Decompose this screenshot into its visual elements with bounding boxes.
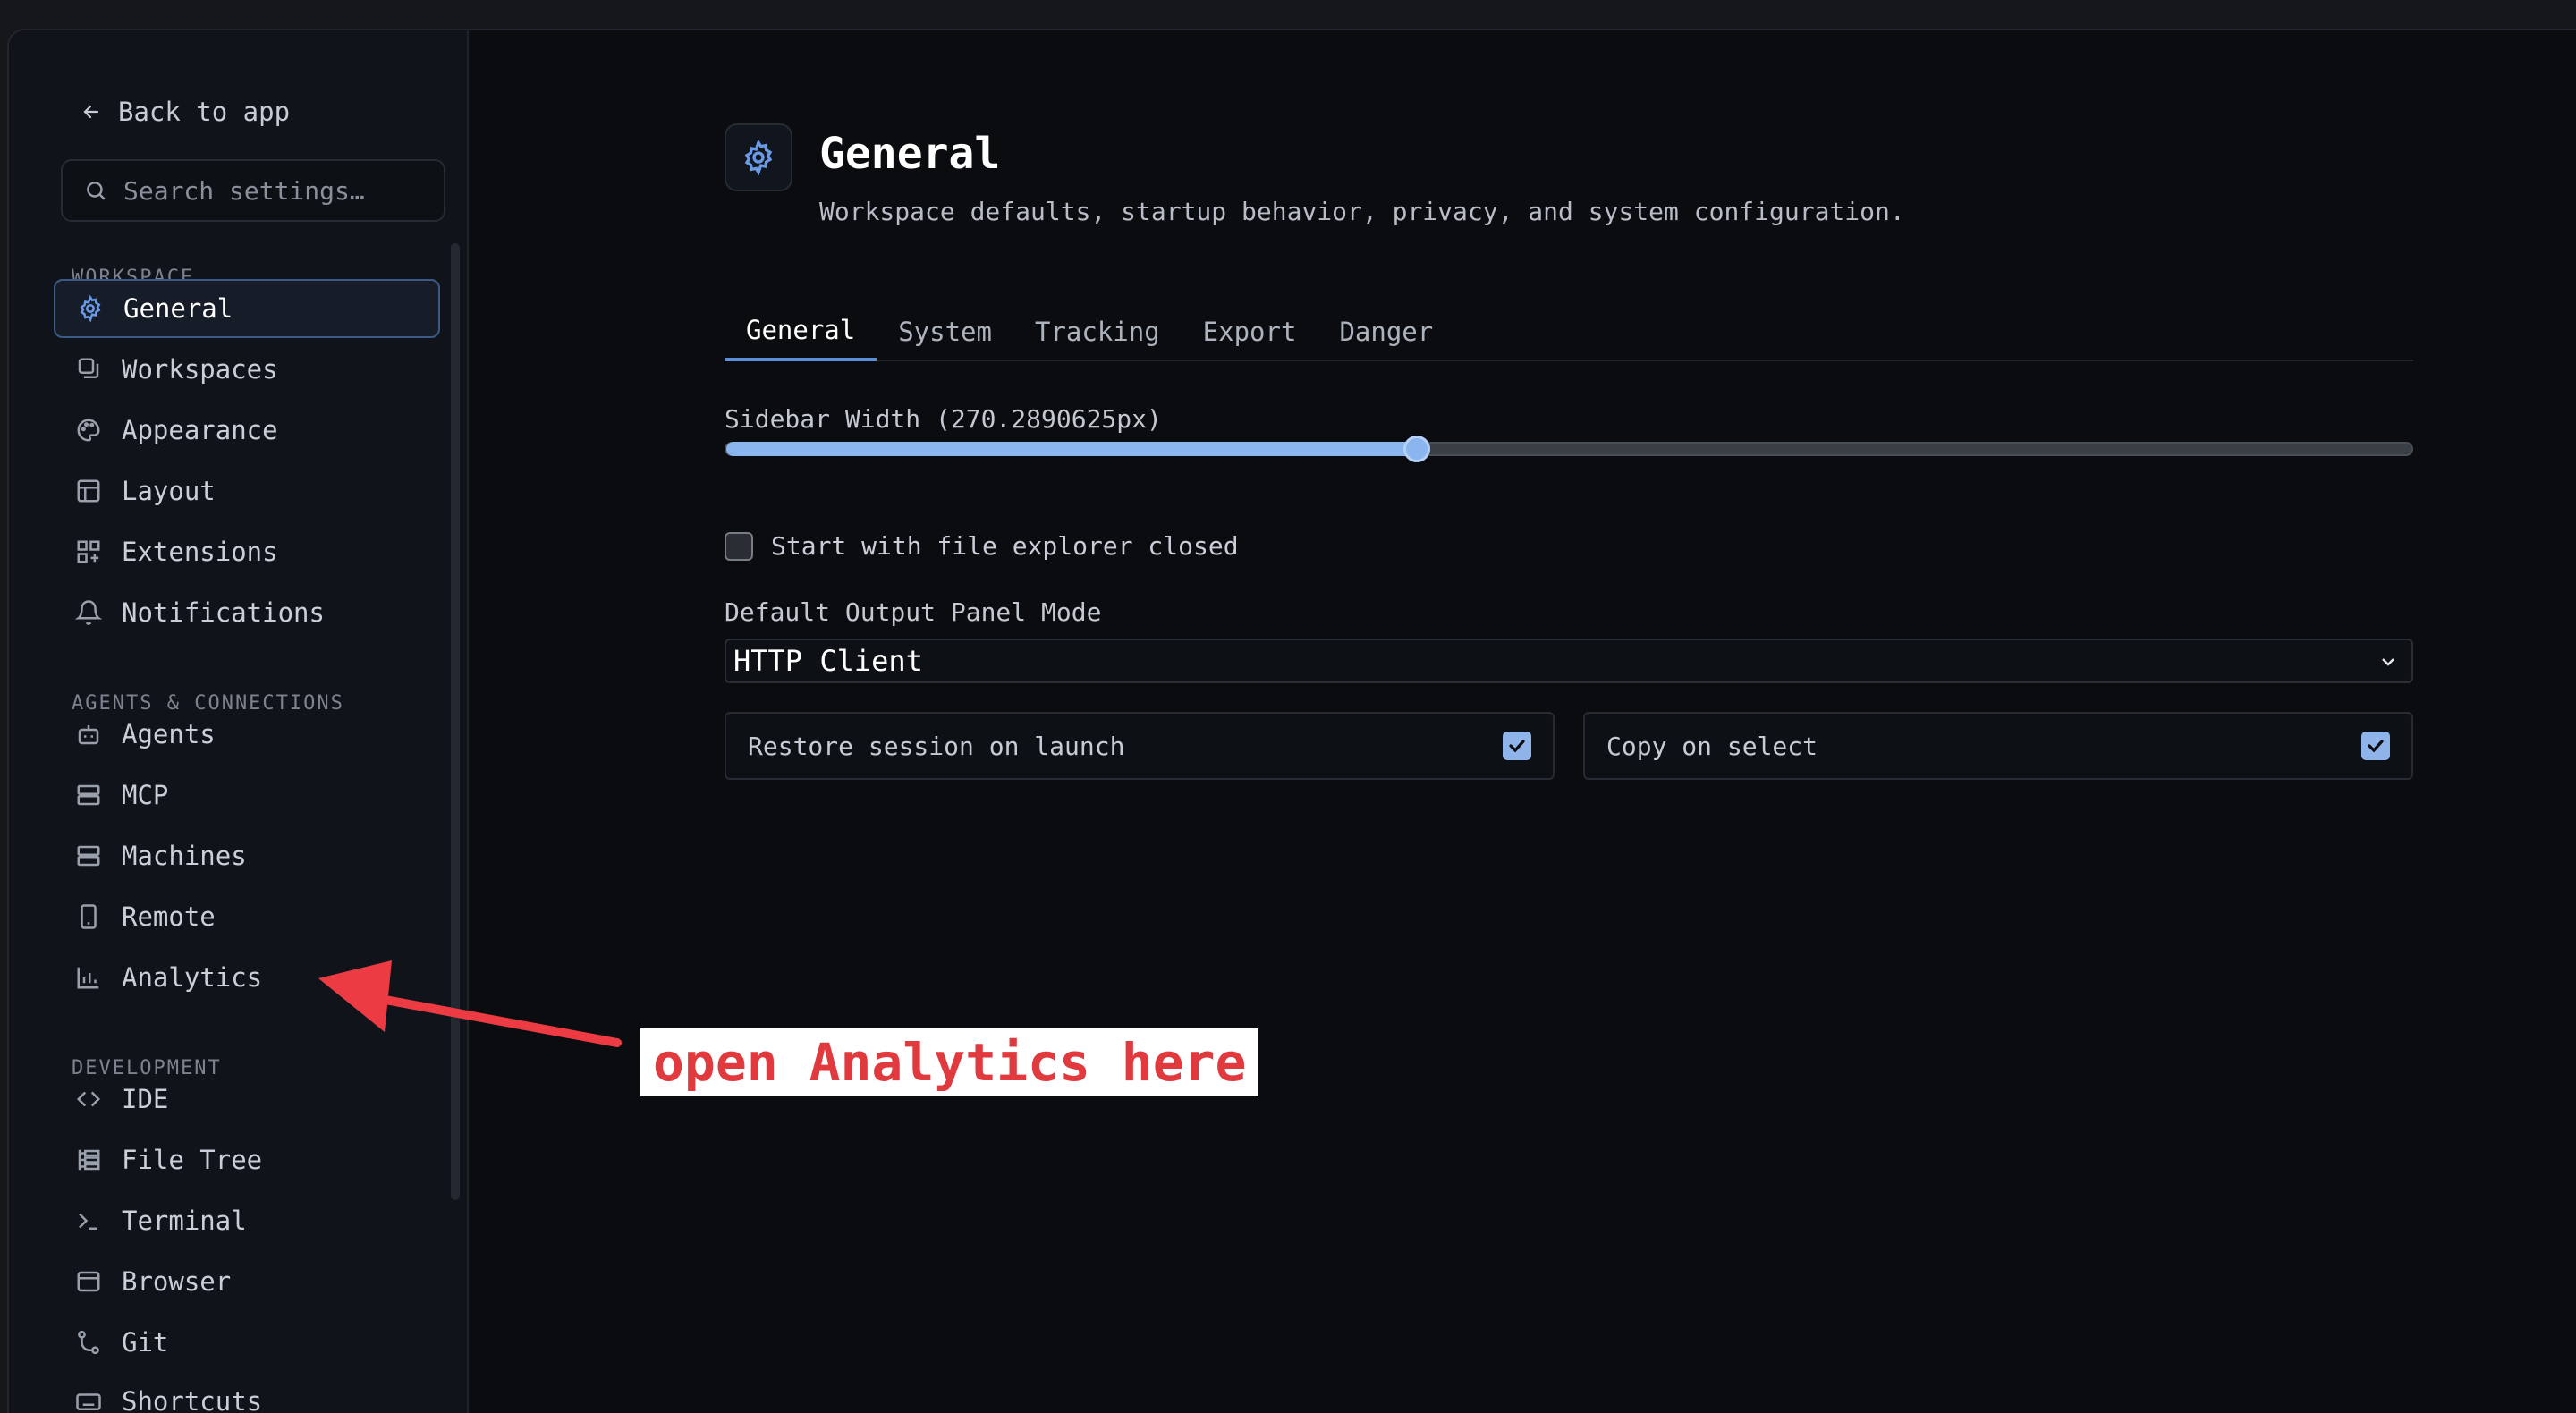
sidebar-item-shortcuts[interactable]: Shortcuts <box>54 1372 440 1413</box>
keyboard-icon <box>76 1393 101 1410</box>
sidebar-item-mcp[interactable]: MCP <box>54 766 440 825</box>
file-explorer-closed-label: Start with file explorer closed <box>771 531 1239 561</box>
extensions-icon <box>77 540 100 563</box>
output-mode-select[interactable]: HTTP Client <box>724 639 2413 683</box>
sidebar-item-label: Remote <box>122 901 216 932</box>
tab-tracking[interactable]: Tracking <box>1013 302 1182 361</box>
check-icon <box>2368 740 2384 753</box>
sidebar-item-terminal[interactable]: Terminal <box>54 1191 440 1250</box>
bot-icon <box>78 725 99 745</box>
sidebar-scrollbar[interactable] <box>451 243 460 1200</box>
check-icon <box>1509 740 1525 753</box>
file-explorer-closed-option[interactable]: Start with file explorer closed <box>724 531 1239 561</box>
sidebar-item-label: Terminal <box>122 1206 247 1236</box>
sidebar-item-extensions[interactable]: Extensions <box>54 522 440 581</box>
search-icon <box>87 182 106 200</box>
sidebar-item-label: Git <box>122 1327 169 1358</box>
sidebar-item-workspaces[interactable]: Workspaces <box>54 340 440 399</box>
sidebar-item-label: Layout <box>122 476 216 506</box>
restore-session-checkbox[interactable] <box>1503 732 1531 760</box>
bell-icon <box>75 600 102 625</box>
copy-on-select-label: Copy on select <box>1606 731 1818 761</box>
gear-icon <box>744 140 773 175</box>
phone-icon <box>80 904 97 929</box>
tab-system[interactable]: System <box>877 302 1013 361</box>
sidebar-item-browser[interactable]: Browser <box>54 1252 440 1311</box>
settings-sidebar: Back to app WORKSPACE General Workspaces… <box>9 30 469 1413</box>
palette-icon <box>77 419 100 442</box>
slider-thumb[interactable] <box>1403 436 1431 462</box>
sidebar-item-label: MCP <box>122 780 169 810</box>
sidebar-item-appearance[interactable]: Appearance <box>54 401 440 460</box>
git-icon <box>78 1330 99 1355</box>
sidebar-item-label: Agents <box>122 719 216 749</box>
sidebar-item-file-tree[interactable]: File Tree <box>54 1130 440 1189</box>
search-input[interactable] <box>123 175 428 206</box>
server-icon <box>77 784 100 806</box>
restore-session-option[interactable]: Restore session on launch <box>724 712 1555 780</box>
page-title-icon-box <box>724 123 792 191</box>
sidebar-item-label: IDE <box>122 1084 169 1114</box>
workspaces-icon <box>78 358 99 378</box>
tab-general[interactable]: General <box>724 302 877 361</box>
sidebar-item-label: Shortcuts <box>122 1386 263 1413</box>
annotation-label: open Analytics here <box>640 1028 1259 1096</box>
sidebar-width-label: Sidebar Width (270.2890625px) <box>724 404 1162 434</box>
page-subtitle: Workspace defaults, startup behavior, pr… <box>819 197 1905 226</box>
settings-search[interactable] <box>61 159 445 222</box>
layout-icon <box>77 479 100 503</box>
settings-main: General Workspace defaults, startup beha… <box>470 30 2576 1413</box>
settings-window: Back to app WORKSPACE General Workspaces… <box>7 29 2576 1413</box>
sidebar-item-agents[interactable]: Agents <box>54 705 440 764</box>
sidebar-item-remote[interactable]: Remote <box>54 887 440 946</box>
bar-chart-icon <box>77 967 99 989</box>
chevron-down-icon <box>2382 658 2394 666</box>
machines-icon <box>77 845 100 867</box>
sidebar-item-layout[interactable]: Layout <box>54 461 440 520</box>
gear-icon <box>80 295 101 322</box>
arrow-left-icon <box>83 105 99 119</box>
page-title: General <box>819 129 1001 179</box>
sidebar-item-machines[interactable]: Machines <box>54 826 440 885</box>
tab-export[interactable]: Export <box>1182 302 1318 361</box>
file-explorer-closed-checkbox[interactable] <box>724 531 753 561</box>
back-to-app-link[interactable]: Back to app <box>80 97 290 127</box>
browser-icon <box>77 1271 100 1292</box>
output-mode-value: HTTP Client <box>733 644 923 678</box>
sidebar-item-label: Notifications <box>122 597 325 628</box>
sidebar-width-slider[interactable] <box>724 436 2413 462</box>
output-mode-label: Default Output Panel Mode <box>724 597 1102 627</box>
sidebar-item-label: Analytics <box>122 962 263 993</box>
back-label: Back to app <box>118 97 291 127</box>
copy-on-select-option[interactable]: Copy on select <box>1583 712 2413 780</box>
sidebar-item-label: Browser <box>122 1266 232 1297</box>
sidebar-item-label: Machines <box>122 841 247 871</box>
sidebar-item-notifications[interactable]: Notifications <box>54 583 440 642</box>
sidebar-item-ide[interactable]: IDE <box>54 1070 440 1129</box>
sidebar-item-general[interactable]: General <box>54 279 440 338</box>
sidebar-item-label: Appearance <box>122 415 278 445</box>
slider-fill <box>726 442 1418 456</box>
sidebar-item-label: General <box>123 293 233 324</box>
file-tree-icon <box>78 1149 100 1171</box>
terminal-icon <box>79 1213 97 1230</box>
restore-session-label: Restore session on launch <box>748 731 1125 761</box>
sidebar-item-label: File Tree <box>122 1145 263 1175</box>
sidebar-item-analytics[interactable]: Analytics <box>54 948 440 1007</box>
copy-on-select-checkbox[interactable] <box>2361 732 2390 760</box>
settings-tabs: General System Tracking Export Danger <box>724 302 2413 361</box>
sidebar-item-git[interactable]: Git <box>54 1313 440 1372</box>
tab-danger[interactable]: Danger <box>1318 302 1454 361</box>
sidebar-item-label: Workspaces <box>122 354 278 385</box>
code-icon <box>76 1091 101 1107</box>
sidebar-item-label: Extensions <box>122 537 278 567</box>
